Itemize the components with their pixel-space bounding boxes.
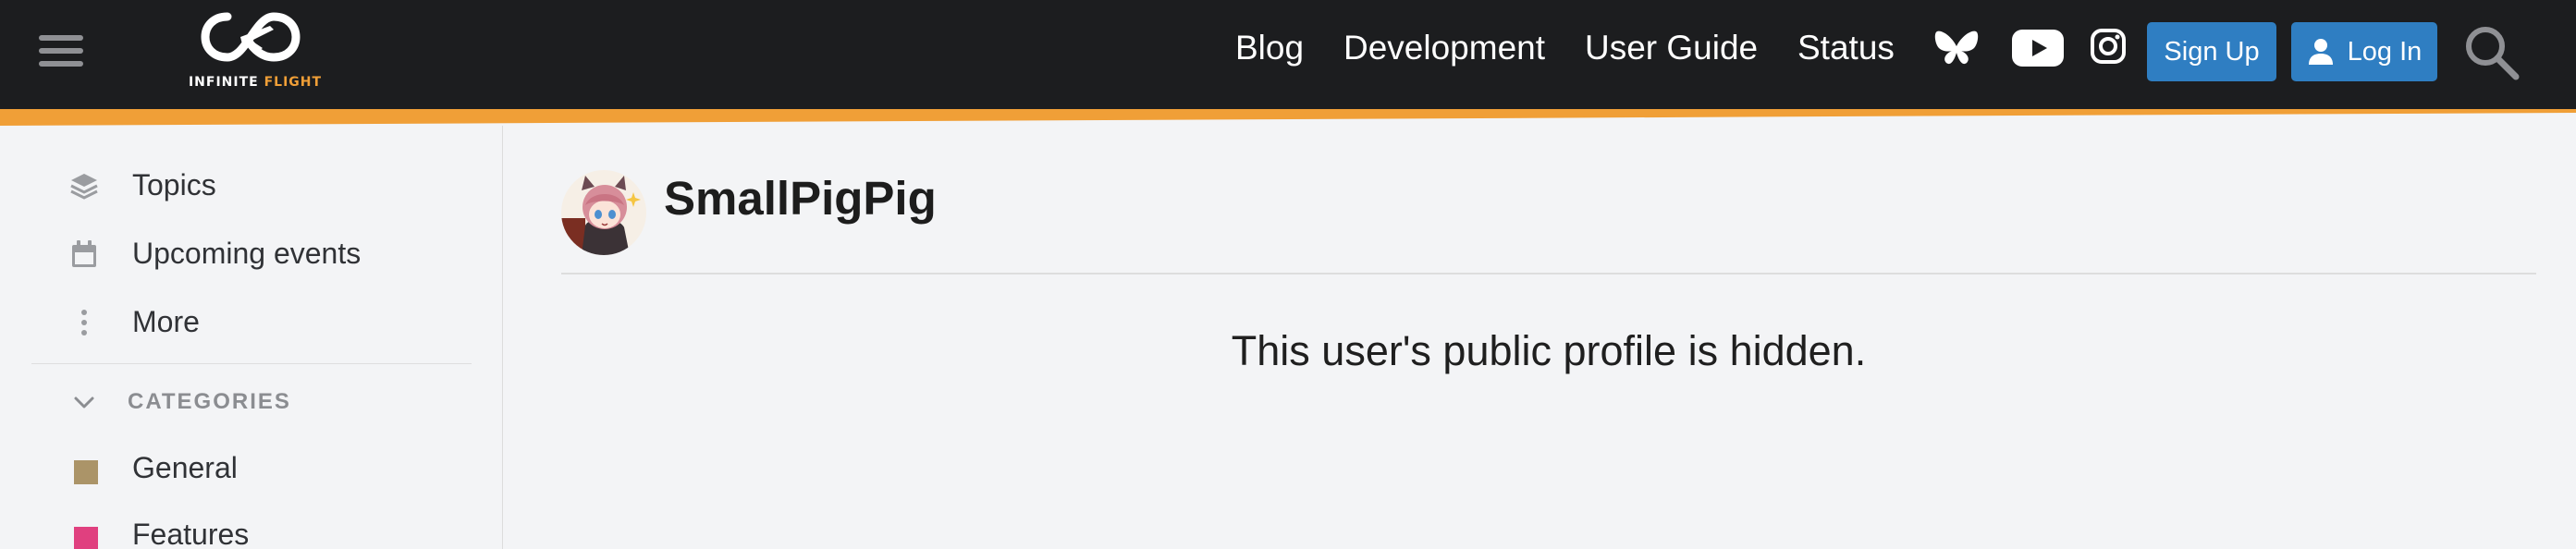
logo-word-infinite: INFINITE bbox=[188, 75, 259, 90]
avatar[interactable] bbox=[561, 170, 646, 255]
sidebar-item-label: Upcoming events bbox=[132, 237, 362, 270]
nav-link-blog[interactable]: Blog bbox=[1235, 28, 1304, 68]
category-color-swatch bbox=[74, 527, 98, 549]
site-logo[interactable]: INFINITE FLIGHT bbox=[181, 7, 329, 94]
categories-section-toggle[interactable]: CATEGORIES bbox=[68, 384, 346, 421]
sidebar-item-topics[interactable]: Topics bbox=[0, 157, 481, 213]
site-header: INFINITE FLIGHT Blog Development User Gu… bbox=[0, 0, 2576, 109]
sidebar-item-label: General bbox=[132, 451, 238, 484]
nav-link-user-guide[interactable]: User Guide bbox=[1585, 28, 1758, 68]
sidebar-category-features[interactable]: Features bbox=[0, 506, 481, 549]
nav-link-status[interactable]: Status bbox=[1797, 28, 1895, 68]
search-icon[interactable] bbox=[2463, 24, 2521, 81]
log-in-label: Log In bbox=[2347, 36, 2423, 67]
log-in-button[interactable]: Log In bbox=[2291, 22, 2437, 81]
sidebar-category-general[interactable]: General bbox=[0, 440, 481, 495]
profile-hidden-message: This user's public profile is hidden. bbox=[1231, 327, 1867, 374]
youtube-icon[interactable] bbox=[2012, 30, 2064, 67]
categories-heading: CATEGORIES bbox=[128, 389, 291, 414]
hamburger-menu-button[interactable] bbox=[37, 28, 85, 72]
sign-up-button[interactable]: Sign Up bbox=[2147, 22, 2276, 81]
logo-word-flight: FLIGHT bbox=[264, 75, 323, 90]
sign-up-label: Sign Up bbox=[2164, 36, 2260, 67]
logo-wordmark: INFINITE FLIGHT bbox=[181, 75, 329, 90]
sidebar-divider bbox=[31, 363, 472, 364]
calendar-icon bbox=[72, 240, 96, 267]
profile-username: SmallPigPig bbox=[664, 172, 937, 225]
bluesky-icon[interactable] bbox=[1933, 28, 1980, 70]
layers-icon bbox=[70, 174, 98, 200]
user-icon bbox=[2308, 39, 2333, 65]
chevron-down-icon bbox=[74, 396, 94, 409]
sidebar: Topics Upcoming events More CATEGORIES G… bbox=[0, 126, 503, 549]
header-accent-stripe bbox=[0, 109, 2576, 126]
sidebar-item-more[interactable]: More bbox=[0, 294, 481, 349]
instagram-icon[interactable] bbox=[2090, 28, 2127, 65]
category-color-swatch bbox=[74, 460, 98, 484]
sidebar-item-upcoming-events[interactable]: Upcoming events bbox=[0, 226, 481, 281]
sidebar-item-label: Topics bbox=[132, 168, 216, 201]
sidebar-item-label: Features bbox=[132, 518, 250, 549]
sidebar-item-label: More bbox=[132, 305, 200, 338]
profile-divider bbox=[561, 273, 2536, 274]
vertical-ellipsis-icon bbox=[81, 310, 87, 336]
infinite-flight-logo-icon bbox=[201, 12, 301, 62]
nav-link-development[interactable]: Development bbox=[1343, 28, 1545, 68]
